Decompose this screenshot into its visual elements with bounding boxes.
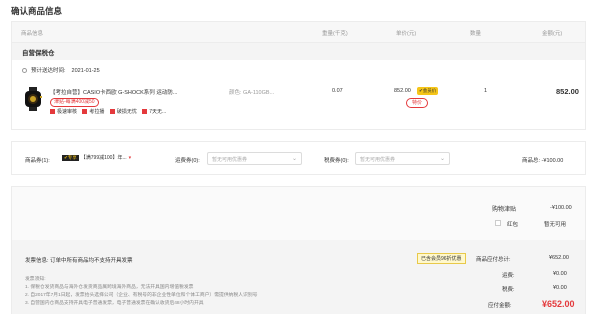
- notes-title: 发票须知:: [25, 277, 46, 282]
- vip-badge: ✔专享: [62, 155, 79, 161]
- goods-coupon-value: 【满799减100】年...: [80, 155, 127, 161]
- delivery-label: 预计送达时间:: [31, 68, 66, 74]
- tax-coupon-select[interactable]: 暂无可用优惠券 ⌄: [355, 152, 450, 165]
- service-icon: [50, 109, 55, 114]
- final-amount-label: 应付金额:: [488, 303, 512, 309]
- product-attribute: 颜色: GA-110GB...: [229, 90, 275, 96]
- header-quantity: 数量: [470, 31, 482, 37]
- service-fast-review: 极速审核: [50, 109, 77, 115]
- delivery-date: 2021-01-25: [71, 68, 100, 74]
- clock-icon: [22, 68, 27, 73]
- header-product-info: 商品信息: [21, 31, 44, 37]
- caret-down-icon: ▾: [128, 155, 132, 161]
- service-seven-day: 7天无...: [142, 109, 166, 115]
- service-icon: [82, 109, 88, 114]
- service-tags: 极速审核 考拉播 破损无忧 7天无...: [50, 108, 170, 115]
- header-amount: 金额(元): [542, 31, 563, 37]
- hongbao-value: 暂无可用: [544, 222, 567, 228]
- chevron-down-icon: ⌄: [291, 156, 297, 162]
- product-title-link[interactable]: 【考拉自营】CASIO卡西欧 G-SHOCK系列 运动防...: [50, 88, 218, 96]
- page-title: 确认商品信息: [11, 6, 63, 16]
- goods-coupon-label: 商品券(1):: [25, 158, 50, 164]
- service-damage-guarantee: 破损无忧: [109, 109, 137, 115]
- tax-label: 税费:: [502, 287, 515, 293]
- notes-line: 2. 自2017年7月1日起，发票抬头选择公司（企业、有税号的非企业性单位和个体…: [25, 293, 258, 298]
- service-kaola-broadcast: 考拉播: [82, 109, 104, 115]
- coupon-section: 商品券(1): ✔专享 【满799减100】年... ▾ 运费券(0): 暂无可用优…: [11, 141, 586, 175]
- product-amount: 852.00: [556, 87, 579, 96]
- freight-label: 运费:: [502, 273, 515, 279]
- jintie-value: -¥100.00: [550, 205, 572, 211]
- summary-discounts: 购物津贴 -¥100.00 红包 暂无可用: [12, 187, 585, 240]
- service-icon: [109, 109, 115, 114]
- goods-coupon-select[interactable]: ✔专享 【满799减100】年... ▾: [62, 154, 131, 161]
- freight-coupon-select[interactable]: 暂无可用优惠券 ⌄: [207, 152, 302, 165]
- jintie-label: 购物津贴: [492, 207, 517, 213]
- final-amount-value: ¥652.00: [542, 299, 575, 309]
- product-weight: 0.07: [332, 88, 343, 94]
- goods-total-value: ¥652.00: [549, 255, 569, 261]
- shop-name: 自营保税仓: [22, 50, 55, 57]
- table-header: 商品信息 重量(千克) 单价(元) 数量 金额(元): [11, 21, 586, 43]
- summary-section: 购物津贴 -¥100.00 红包 暂无可用 发票信息: 订单中所有商品均不支持开…: [11, 186, 586, 314]
- special-price-tag: 特价: [406, 98, 429, 108]
- chevron-down-icon: ⌄: [439, 156, 445, 162]
- goods-section: 自营保税仓 预计送达时间: 2021-01-25 【考拉自营】CASIO卡西欧 G…: [11, 43, 586, 130]
- goods-total-label: 商品应付总计:: [476, 257, 511, 263]
- notes-line: 3. 自营国内仓商品支持开具电子普通发票，电子普通发票在确认收货后48小时内开具: [25, 301, 204, 306]
- tax-value: ¥0.00: [553, 285, 567, 291]
- freight-coupon-placeholder: 暂无可用优惠券: [212, 157, 248, 163]
- coupon-total: 商品总: -¥100.00: [522, 158, 564, 164]
- invoice-notes: 发票须知: 1. 保税仓发货商品与海外仓发货商品属跨境海外商品，无法开具国内增值…: [25, 276, 257, 308]
- product-price: 852.00: [394, 88, 411, 94]
- header-unit-price: 单价(元): [396, 31, 417, 37]
- product-quantity: 1: [484, 88, 488, 94]
- notes-line: 1. 保税仓发货商品与海外仓发货商品属跨境海外商品，无法开具国内增值税发票: [25, 285, 194, 290]
- tax-coupon-label: 税费券(0):: [324, 158, 349, 164]
- freight-value: ¥0.00: [553, 271, 567, 277]
- service-icon: [142, 109, 148, 114]
- member-price-badge: ✔会员价: [417, 87, 439, 95]
- summary-totals: 发票信息: 订单中所有商品均不支持开具发票 已含会员96折优惠 商品应付总计: …: [12, 240, 585, 314]
- promo-tag: 津贴-每满400减50: [50, 98, 99, 107]
- member-discount-tag: 已含会员96折优惠: [417, 253, 466, 264]
- hongbao-checkbox[interactable]: [495, 220, 501, 226]
- tax-coupon-placeholder: 暂无可用优惠券: [360, 157, 396, 163]
- watch-image[interactable]: [23, 87, 43, 111]
- freight-coupon-label: 运费券(0):: [175, 158, 200, 164]
- hongbao-label: 红包: [507, 222, 519, 228]
- delivery-time: 预计送达时间: 2021-01-25: [22, 66, 100, 74]
- shop-row: 自营保税仓: [12, 43, 585, 60]
- invoice-info: 发票信息: 订单中所有商品均不支持开具发票: [25, 258, 133, 264]
- header-weight: 重量(千克): [322, 31, 348, 37]
